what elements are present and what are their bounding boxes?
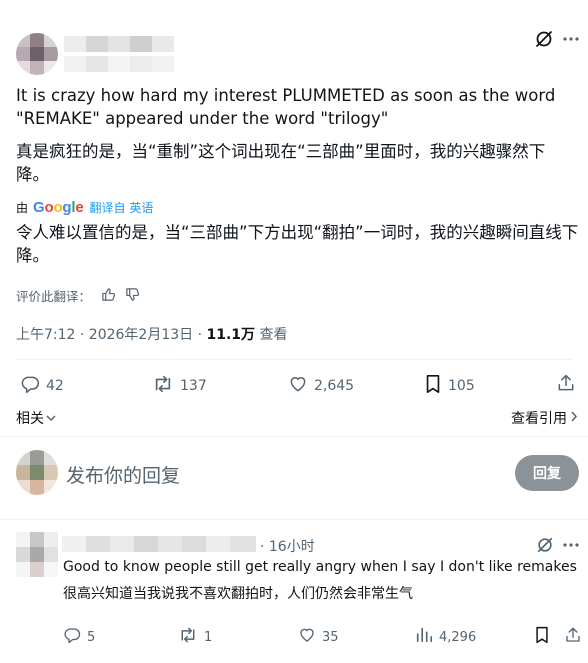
reply-author-name-redacted[interactable] (62, 536, 256, 552)
reply-share-action[interactable] (564, 626, 588, 648)
divider (0, 436, 588, 437)
repost-icon (178, 626, 204, 648)
reply-action[interactable]: 42 (20, 374, 64, 398)
reply-bookmark-action[interactable] (534, 626, 556, 648)
like-action[interactable]: 2,645 (288, 374, 354, 398)
post-timestamp[interactable]: 上午7:12 · 2026年2月13日 · (16, 327, 207, 343)
more-icon[interactable] (562, 36, 580, 42)
related-toggle[interactable]: 相关 (16, 408, 56, 428)
author-handle-redacted[interactable] (64, 56, 174, 72)
bookmark-action[interactable]: 105 (424, 374, 475, 398)
thumbs-up-icon[interactable] (101, 287, 116, 305)
translate-label[interactable]: 翻译自 英语 (90, 199, 154, 216)
share-icon (556, 373, 582, 397)
views-icon (415, 626, 439, 648)
reply-submit-button[interactable]: 回复 (515, 455, 579, 491)
rate-translation: 评价此翻译： (16, 286, 140, 305)
thumbs-down-icon[interactable] (125, 287, 140, 305)
like-icon (288, 374, 314, 398)
author-name-redacted[interactable] (64, 36, 174, 52)
reply-author-avatar[interactable] (16, 532, 58, 577)
grok-icon[interactable] (536, 536, 554, 554)
post-text-translated: 真是疯狂的是，当“重制”这个词出现在“三部曲”里面时，我的兴趣骤然下降。 (16, 142, 546, 184)
repost-action[interactable]: 137 (152, 374, 207, 398)
share-icon (564, 626, 588, 648)
reply-like-action[interactable]: 35 (298, 626, 339, 648)
share-action[interactable] (556, 373, 582, 397)
chevron-down-icon (46, 410, 56, 426)
reply-reply-action[interactable]: 5 (63, 626, 95, 648)
reply-repost-action[interactable]: 1 (178, 626, 212, 648)
reply-views-action[interactable]: 4,296 (415, 626, 476, 648)
bookmark-icon (424, 374, 448, 398)
translation-attribution: 由 Google 翻译自 英语 (16, 199, 154, 216)
views-label: 查看 (255, 327, 288, 343)
alt-translation-text: 令人难以置信的是，当“三部曲”下方出现“翻拍”一词时，我的兴趣瞬间直线下降。 (16, 223, 579, 265)
repost-icon (152, 374, 180, 398)
divider (16, 359, 572, 360)
more-icon[interactable] (562, 542, 580, 548)
grok-icon[interactable] (534, 29, 554, 49)
author-avatar[interactable] (16, 33, 58, 75)
reply-text-original: Good to know people still get really ang… (63, 559, 577, 575)
views-count: 11.1万 (206, 327, 256, 343)
view-quotes-link[interactable]: 查看引用 (511, 408, 578, 428)
post-meta: 上午7:12 · 2026年2月13日 · 11.1万 查看 (16, 324, 288, 344)
composer-avatar (16, 450, 58, 495)
google-logo: Google (33, 199, 84, 216)
reply-input[interactable]: 发布你的回复 (66, 461, 180, 488)
reply-icon (20, 374, 46, 398)
chevron-right-icon (571, 410, 578, 426)
like-icon (298, 626, 322, 648)
divider (0, 519, 588, 520)
post-text-original: It is crazy how hard my interest PLUMMET… (16, 86, 556, 128)
reply-time[interactable]: · 16小时 (260, 536, 315, 556)
bookmark-icon (534, 626, 556, 648)
reply-text-translated: 很高兴知道当我说我不喜欢翻拍时，人们仍然会非常生气 (63, 586, 413, 602)
reply-icon (63, 626, 87, 648)
